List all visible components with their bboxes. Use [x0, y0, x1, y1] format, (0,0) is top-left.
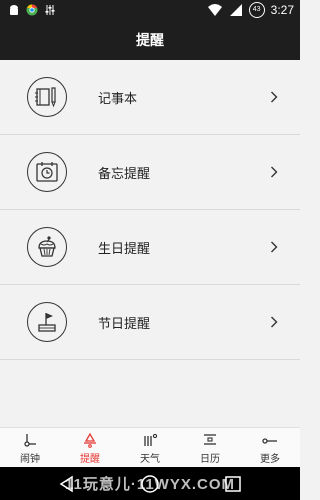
- tab-label: 天气: [140, 454, 160, 465]
- notebook-pen-icon: [27, 77, 67, 117]
- chevron-right-icon: [271, 241, 278, 253]
- battery-icon: 43: [248, 2, 265, 18]
- status-left-icons: [8, 4, 56, 16]
- gift-icon: [27, 302, 67, 342]
- more-icon: [262, 438, 277, 444]
- tab-more[interactable]: 更多: [240, 428, 300, 468]
- tab-label: 日历: [200, 454, 220, 465]
- chevron-right-icon: [271, 316, 278, 328]
- tab-label: 提醒: [80, 454, 100, 465]
- alarm-icon: [24, 434, 36, 447]
- bottom-tab-bar: 闹钟 提醒 天气 日历 更多: [0, 427, 300, 468]
- tab-alarm[interactable]: 闹钟: [0, 428, 60, 468]
- weather-icon: [144, 433, 158, 446]
- list-item-label: 记事本: [98, 91, 138, 107]
- equalizer-icon: [45, 5, 55, 15]
- wifi-icon: [207, 4, 222, 16]
- signal-icon: [229, 4, 242, 16]
- tab-label: 闹钟: [20, 454, 40, 465]
- home-icon[interactable]: [140, 475, 160, 495]
- chrome-icon: [26, 4, 38, 16]
- tab-reminder[interactable]: 提醒: [60, 428, 120, 468]
- calendar-icon: [204, 434, 216, 445]
- calendar-clock-icon: [27, 152, 67, 192]
- recents-icon[interactable]: [224, 475, 242, 493]
- back-icon[interactable]: [58, 475, 76, 493]
- cupcake-icon: [27, 227, 67, 267]
- tab-calendar[interactable]: 日历: [180, 428, 240, 468]
- list-item-memo-reminder[interactable]: 备忘提醒: [0, 135, 300, 210]
- page-title: 提醒: [136, 33, 164, 49]
- system-nav-bar: 11玩意儿·11WYX.COM: [0, 467, 300, 500]
- header: 提醒: [0, 22, 300, 60]
- list-item-label: 节日提醒: [98, 316, 151, 332]
- bell-icon: [84, 432, 96, 448]
- chevron-right-icon: [271, 91, 278, 103]
- list-item-notebook[interactable]: 记事本: [0, 60, 300, 135]
- list-item-label: 备忘提醒: [98, 166, 151, 182]
- chevron-right-icon: [271, 166, 278, 178]
- list-item-label: 生日提醒: [98, 241, 151, 257]
- status-bar: 43 3:27: [0, 0, 300, 22]
- status-time: 3:27: [270, 3, 294, 17]
- list-item-birthday-reminder[interactable]: 生日提醒: [0, 210, 300, 285]
- list-item-festival-reminder[interactable]: 节日提醒: [0, 285, 300, 360]
- android-icon: [10, 5, 18, 15]
- tab-weather[interactable]: 天气: [120, 428, 180, 468]
- tab-label: 更多: [260, 454, 280, 465]
- reminder-list: 记事本 备忘提醒 生日提醒 节日提醒: [0, 60, 300, 360]
- status-right-icons: 43 3:27: [207, 2, 294, 18]
